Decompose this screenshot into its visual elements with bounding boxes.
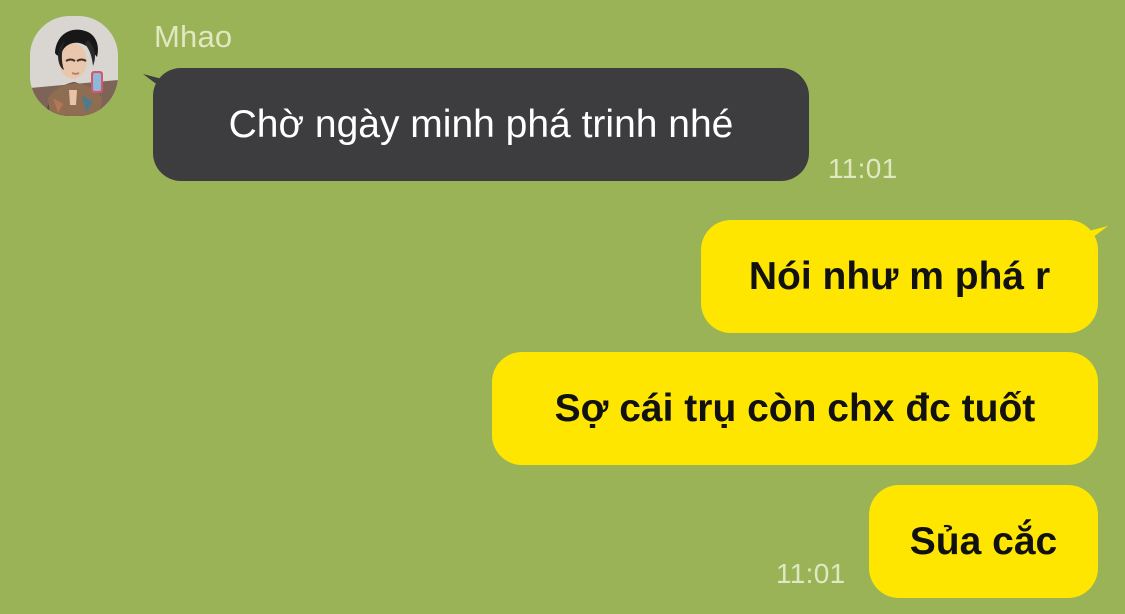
profile-photo-icon	[30, 16, 118, 116]
outgoing-message-text: Sủa cắc	[909, 519, 1058, 563]
outgoing-message-text: Sợ cái trụ còn chx đc tuốt	[554, 386, 1036, 430]
incoming-message-time: 11:01	[828, 153, 898, 184]
incoming-message-text: Chờ ngày minh phá trinh nhé	[228, 102, 734, 146]
incoming-message-bubble[interactable]: Chờ ngày minh phá trinh nhé	[153, 68, 809, 181]
sender-name: Mhao	[154, 19, 233, 54]
sender-avatar[interactable]	[30, 16, 118, 116]
outgoing-message-bubble[interactable]: Nói như m phá r	[701, 220, 1098, 333]
outgoing-message-bubble[interactable]: Sủa cắc	[869, 485, 1098, 598]
outgoing-message-text: Nói như m phá r	[748, 254, 1051, 298]
outgoing-message-bubble[interactable]: Sợ cái trụ còn chx đc tuốt	[492, 352, 1098, 465]
outgoing-message-time: 11:01	[776, 558, 846, 589]
chat-thread: Mhao Chờ ngày minh phá trinh nhé 11:01 N…	[0, 0, 1125, 614]
